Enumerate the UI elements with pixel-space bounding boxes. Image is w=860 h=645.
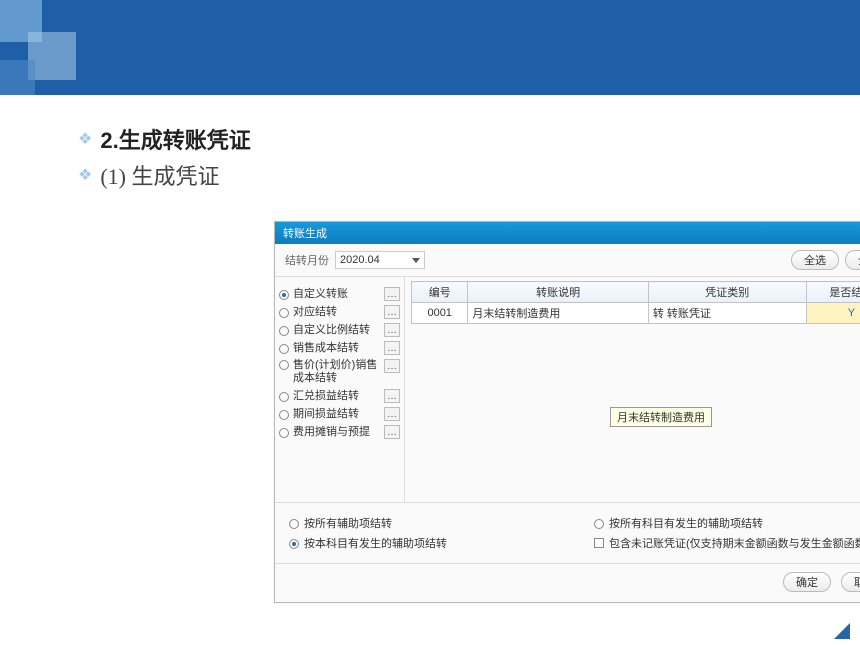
ellipsis-button[interactable]: … [384, 425, 400, 439]
option-all-subject-aux[interactable]: 按所有科目有发生的辅助项结转 [594, 515, 860, 531]
month-value: 2020.04 [340, 254, 380, 266]
col-type: 凭证类别 [648, 282, 806, 303]
month-dropdown[interactable]: 2020.04 [335, 251, 425, 269]
option-include-unposted[interactable]: 包含未记账凭证(仅支持期末金额函数与发生金额函数) [594, 535, 860, 551]
sidebar-item-amortize[interactable]: 费用摊销与预提 … [279, 425, 400, 439]
ok-button[interactable]: 确定 [783, 572, 831, 592]
sidebar-item-sales-cost[interactable]: 销售成本结转 … [279, 341, 400, 355]
heading-1-text: 2.生成转账凭证 [100, 123, 250, 155]
chevron-down-icon [412, 258, 420, 263]
sidebar-item-custom-ratio[interactable]: 自定义比例结转 … [279, 323, 400, 337]
option-label: 按所有科目有发生的辅助项结转 [609, 515, 763, 531]
cell-desc: 月末结转制造费用 [468, 303, 648, 324]
transfer-dialog: 转账生成 × 结转月份 2020.04 全选 全消 自定义转账 … [274, 221, 860, 603]
cancel-button[interactable]: 取消 [841, 572, 860, 592]
transfer-type-sidebar: 自定义转账 … 对应结转 … 自定义比例结转 … 销售成本结转 … [275, 277, 405, 502]
grid-header-row: 编号 转账说明 凭证类别 是否结转 [412, 282, 860, 303]
sidebar-item-label: 费用摊销与预提 [293, 426, 380, 439]
cell-id: 0001 [412, 303, 468, 324]
ellipsis-button[interactable]: … [384, 407, 400, 421]
options-panel: 按所有辅助项结转 按本科目有发生的辅助项结转 按所有科目有发生的辅助项结转 包含… [275, 502, 860, 563]
dialog-toolbar: 结转月份 2020.04 全选 全消 [275, 244, 860, 277]
sidebar-item-exchange[interactable]: 汇兑损益结转 … [279, 389, 400, 403]
ellipsis-button[interactable]: … [384, 287, 400, 301]
corner-triangle-icon [834, 623, 850, 639]
header-banner [0, 0, 860, 95]
heading-2-text: (1) 生成凭证 [100, 159, 219, 191]
radio-icon[interactable] [279, 308, 289, 318]
checkbox-icon[interactable] [594, 538, 604, 548]
sidebar-item-plan-price[interactable]: 售价(计划价)销售成本结转 … [279, 359, 400, 385]
radio-icon[interactable] [289, 539, 299, 549]
sidebar-item-label: 对应结转 [293, 306, 380, 319]
ellipsis-button[interactable]: … [384, 323, 400, 337]
sidebar-item-label: 自定义转账 [293, 288, 380, 301]
radio-icon[interactable] [594, 519, 604, 529]
sidebar-item-label: 自定义比例结转 [293, 324, 380, 337]
heading-1: ❖ 2.生成转账凭证 [78, 123, 782, 155]
radio-icon[interactable] [279, 410, 289, 420]
sidebar-item-label: 期间损益结转 [293, 408, 380, 421]
ellipsis-button[interactable]: … [384, 305, 400, 319]
sidebar-item-label: 汇兑损益结转 [293, 390, 380, 403]
dialog-titlebar: 转账生成 × [275, 222, 860, 244]
select-all-button[interactable]: 全选 [791, 250, 839, 270]
grid-area: 编号 转账说明 凭证类别 是否结转 0001 月末结转制造费用 转 转账凭证 Y… [405, 277, 860, 502]
heading-2: ❖ (1) 生成凭证 [78, 159, 782, 191]
radio-icon[interactable] [279, 392, 289, 402]
bullet-diamond-icon: ❖ [78, 129, 92, 149]
ellipsis-button[interactable]: … [384, 341, 400, 355]
radio-icon[interactable] [279, 360, 289, 370]
radio-icon[interactable] [279, 344, 289, 354]
col-id: 编号 [412, 282, 468, 303]
option-subject-aux[interactable]: 按本科目有发生的辅助项结转 [289, 535, 584, 551]
radio-icon[interactable] [289, 519, 299, 529]
sidebar-item-period-profit[interactable]: 期间损益结转 … [279, 407, 400, 421]
radio-icon[interactable] [279, 428, 289, 438]
transfer-grid[interactable]: 编号 转账说明 凭证类别 是否结转 0001 月末结转制造费用 转 转账凭证 Y [411, 281, 860, 324]
cell-type: 转 转账凭证 [648, 303, 806, 324]
option-label: 按所有辅助项结转 [304, 515, 392, 531]
radio-icon[interactable] [279, 326, 289, 336]
col-desc: 转账说明 [468, 282, 648, 303]
decor-square [0, 60, 35, 95]
radio-icon[interactable] [279, 290, 289, 300]
ellipsis-button[interactable]: … [384, 359, 400, 373]
cell-yes: Y [806, 303, 860, 324]
decor-square [28, 32, 76, 80]
option-label: 按本科目有发生的辅助项结转 [304, 535, 447, 551]
option-all-aux[interactable]: 按所有辅助项结转 [289, 515, 584, 531]
dialog-title: 转账生成 [283, 225, 327, 241]
table-row[interactable]: 0001 月末结转制造费用 转 转账凭证 Y [412, 303, 860, 324]
dialog-footer: 确定 取消 [275, 563, 860, 602]
tooltip: 月末结转制造费用 [610, 407, 712, 427]
ellipsis-button[interactable]: … [384, 389, 400, 403]
sidebar-item-custom-transfer[interactable]: 自定义转账 … [279, 287, 400, 301]
bullet-diamond-icon: ❖ [78, 165, 92, 185]
col-yes: 是否结转 [806, 282, 860, 303]
option-label: 包含未记账凭证(仅支持期末金额函数与发生金额函数) [609, 535, 860, 551]
sidebar-item-label: 销售成本结转 [293, 342, 380, 355]
month-label: 结转月份 [285, 252, 329, 268]
sidebar-item-label: 售价(计划价)销售成本结转 [293, 359, 380, 385]
sidebar-item-corresponding[interactable]: 对应结转 … [279, 305, 400, 319]
select-none-button[interactable]: 全消 [845, 250, 860, 270]
